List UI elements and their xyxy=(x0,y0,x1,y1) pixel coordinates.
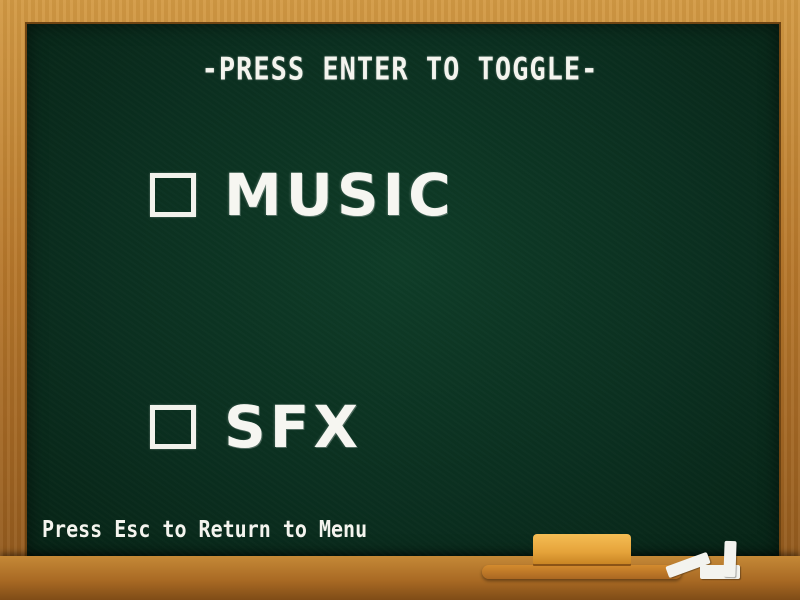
toggle-instructions: -PRESS ENTER TO TOGGLE- xyxy=(201,51,599,88)
sfx-option[interactable]: SFX xyxy=(150,398,362,456)
chalkboard xyxy=(27,24,779,556)
sfx-checkbox[interactable] xyxy=(150,405,196,449)
chalk-piece-icon xyxy=(723,540,737,578)
sfx-option-label: SFX xyxy=(224,393,363,461)
music-option[interactable]: MUSIC xyxy=(150,166,455,224)
music-checkbox[interactable] xyxy=(150,173,196,217)
return-to-menu-hint: Press Esc to Return to Menu xyxy=(42,515,368,543)
eraser-icon xyxy=(533,534,631,564)
eraser-base xyxy=(482,565,682,579)
music-option-label: MUSIC xyxy=(224,161,455,229)
